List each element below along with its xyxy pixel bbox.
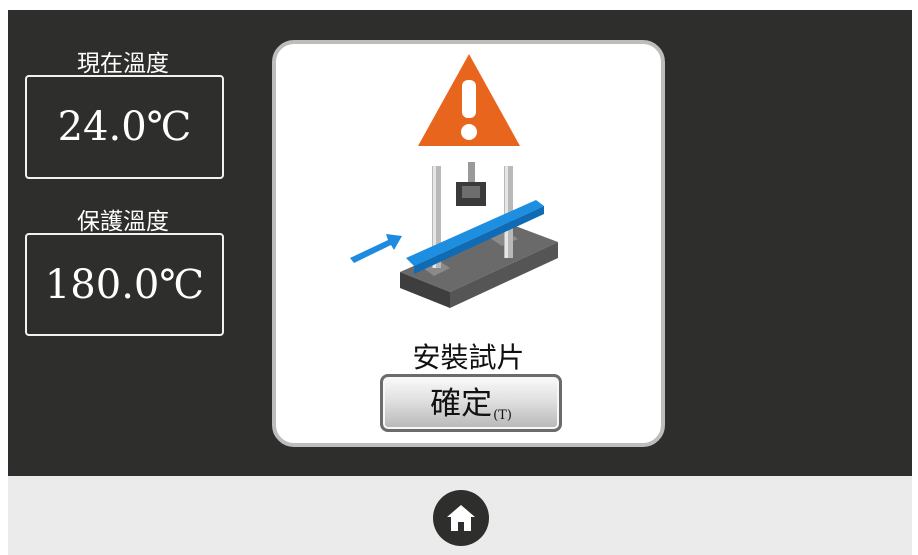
install-specimen-dialog: 安裝試片 確定 (T): [272, 40, 665, 447]
confirm-shortcut: (T): [493, 408, 512, 423]
protect-temp-label: 保護溫度: [77, 209, 169, 235]
warning-icon: [418, 54, 520, 146]
install-specimen-illustration: [350, 162, 558, 308]
home-button[interactable]: [433, 490, 489, 546]
dialog-message: 安裝試片: [412, 341, 525, 374]
protect-temp-display: 180.0℃: [25, 233, 224, 336]
current-temp-value: 24.0℃: [57, 104, 192, 150]
confirm-button[interactable]: 確定 (T): [380, 374, 562, 432]
confirm-label: 確定: [430, 386, 493, 422]
current-temp-label: 現在溫度: [77, 51, 169, 77]
protect-temp-value: 180.0℃: [44, 261, 205, 308]
home-icon: [447, 505, 475, 531]
current-temp-display: 24.0℃: [25, 75, 224, 179]
